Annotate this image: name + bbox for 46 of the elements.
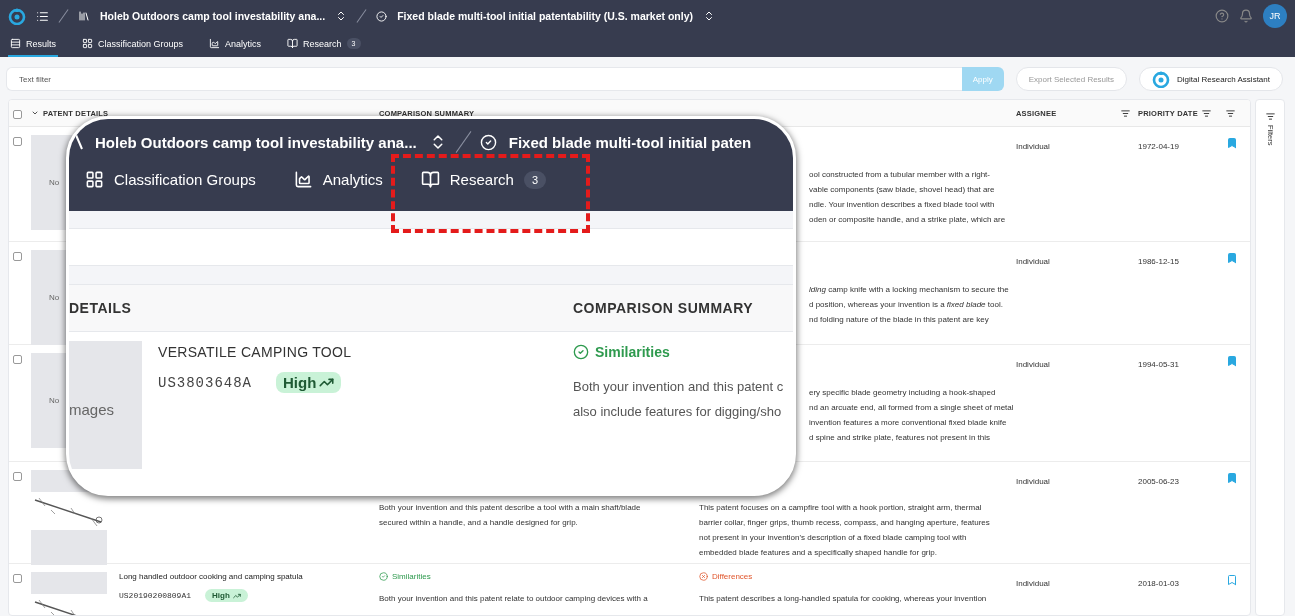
search-title[interactable]: Fixed blade multi-tool initial patentability (U.S. market only) — [397, 10, 693, 22]
search-title: Fixed blade multi-tool initial paten — [508, 133, 752, 151]
tab[interactable]: Classification Groups — [80, 32, 186, 57]
differences-text: This patent describes a long-handled spatula for cooking, whereas your invention — [699, 593, 988, 605]
column-header: DETAILS — [69, 300, 133, 316]
relevance-badge: High — [205, 589, 248, 602]
differences-label: Differences — [699, 572, 1016, 581]
tab-label: Classification Groups — [85, 170, 256, 192]
assignee-text: Individual — [1016, 477, 1050, 486]
patent-number: US20190200809A1 — [119, 591, 191, 600]
priority-date: 1986-12-15 — [1138, 257, 1179, 266]
placeholder-text: No — [49, 178, 60, 187]
differences-text: ery specific blade geometry including a hook-shaped nd an arcuate end, all formed from a single sheet of metal invention features a more conventional fixed blade knife d spine and strike plate, features not present in this — [809, 387, 1015, 444]
placeholder-text: No — [49, 293, 60, 302]
differences-text: This patent focuses on a campfire tool with a hook portion, straight arm, thermal barrier collar, finger grips, thumb recess, compass, and hanging aperture, features not present in your invention's description of a fixed blade camping tool with embedded blade features and a specifically shaped handle for grip. — [699, 502, 991, 559]
priority-date: 1972-04-19 — [1138, 142, 1179, 151]
project-title: Holeb Outdoors camp tool investability ana... — [95, 133, 417, 151]
relevance-badge: High — [276, 372, 342, 393]
action-button[interactable]: Digital Research Assistant — [1139, 67, 1283, 91]
priority-date: 1994-05-31 — [1138, 360, 1179, 369]
count-badge: 3 — [523, 170, 547, 189]
column-header: COMPARISON SUMMARY — [573, 300, 755, 316]
priority-date: 2018-01-03 — [1138, 579, 1179, 588]
assignee-text: Individual — [1016, 579, 1050, 588]
tab[interactable]: Analytics — [207, 32, 264, 57]
differences-text: ool constructed from a tubular member with a right- vable components (saw blade, shovel head) that are ndle. Your invention describes a fixed blade tool with oden or composite handle, and a strike plate, which are — [809, 169, 1007, 226]
similarities-text: Both your invention and this patent c also include features for digging/sho — [573, 378, 785, 421]
project-title[interactable]: Holeb Outdoors camp tool investability ana... — [100, 10, 326, 22]
tab[interactable]: Results — [8, 32, 58, 57]
patent-title[interactable]: Long handled outdoor cooking and camping spatula — [119, 572, 303, 581]
priority-date: 2005-06-23 — [1138, 477, 1179, 486]
text-filter-field[interactable]: Text filter — [6, 67, 962, 91]
similarities-label: Similarities — [379, 572, 699, 581]
differences-text: lding camp knife with a locking mechanism to secure the d position, whereas your invention is a fixed blade tool. nd folding nature of the blade in this patent are key — [809, 284, 1010, 326]
tab-label: Analytics — [293, 170, 383, 192]
assignee-text: Individual — [1016, 360, 1050, 369]
similarities-text: Both your invention and this patent describe a tool with a main shaft/blade secured within a handle, and a handle designed for grip. — [379, 502, 642, 529]
placeholder-text: No — [49, 396, 60, 405]
similarities-label: Similarities — [573, 344, 793, 360]
patent-number: US3803648A — [158, 374, 252, 391]
assignee-text: Individual — [1016, 257, 1050, 266]
assignee-text: Individual — [1016, 142, 1050, 151]
placeholder-text: mages — [69, 400, 115, 418]
similarities-text: Both your invention and this patent relate to outdoor camping devices with a — [379, 593, 649, 605]
user-avatar[interactable]: JR — [1263, 4, 1287, 28]
patent-title: VERSATILE CAMPING TOOL — [158, 344, 352, 360]
